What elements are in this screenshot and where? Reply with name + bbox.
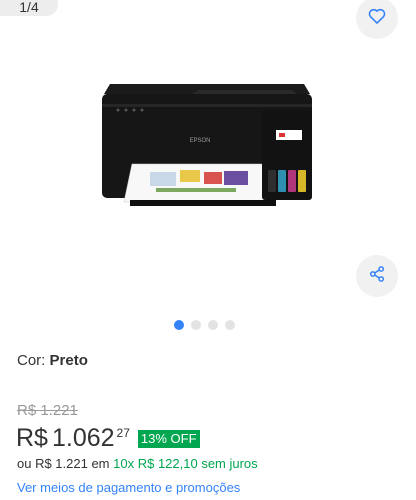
color-selector: Cor: Preto xyxy=(17,352,88,369)
color-label: Cor: xyxy=(17,352,46,369)
original-price: R$ 1.221 xyxy=(17,402,78,419)
installments-detail: 10x R$ 122,10 sem juros xyxy=(113,456,258,471)
installments-prefix: ou R$ 1.221 em xyxy=(17,456,110,471)
share-button[interactable] xyxy=(356,255,398,297)
price-cents: 27 xyxy=(116,426,130,440)
pagination-dot-4[interactable] xyxy=(225,320,235,330)
pagination-dot-1[interactable] xyxy=(174,320,184,330)
installments-info: ou R$ 1.221 em 10x R$ 122,10 sem juros xyxy=(17,456,258,471)
color-value: Preto xyxy=(49,352,88,369)
product-image[interactable]: EPSON xyxy=(96,76,322,216)
current-price: R$ 1.062 27 13% OFF xyxy=(16,422,200,454)
heart-icon xyxy=(367,6,387,31)
share-icon xyxy=(367,264,387,289)
image-counter: 1/4 xyxy=(0,0,58,16)
brand-text: EPSON xyxy=(189,138,210,144)
price-currency: R$ xyxy=(16,424,48,452)
gallery-pagination[interactable] xyxy=(174,320,235,330)
discount-badge: 13% OFF xyxy=(137,430,200,448)
favorite-button[interactable] xyxy=(356,0,398,39)
price-integer: 1.062 xyxy=(51,424,115,452)
pagination-dot-3[interactable] xyxy=(208,320,218,330)
pagination-dot-2[interactable] xyxy=(191,320,201,330)
payment-methods-link[interactable]: Ver meios de pagamento e promoções xyxy=(17,480,240,495)
